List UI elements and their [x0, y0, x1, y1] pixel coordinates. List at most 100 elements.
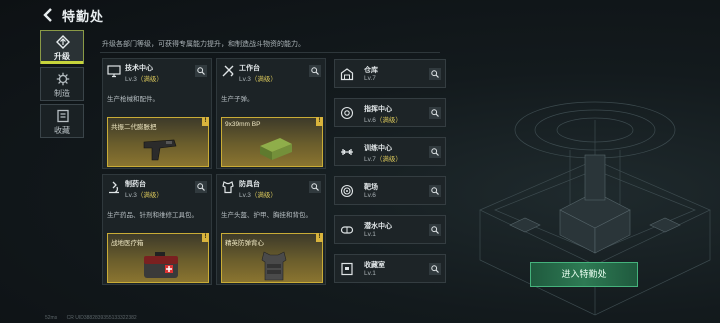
level-value: Lv.6 [364, 192, 376, 199]
tools-icon [222, 65, 234, 77]
armor-icon [222, 181, 234, 194]
card-header: 制药台 Lv.3（满级） [103, 175, 211, 199]
search-icon[interactable] [429, 224, 441, 236]
facility-level: Lv.1 [364, 270, 376, 277]
ammo-box-image [260, 138, 292, 160]
microscope-icon [109, 181, 119, 194]
level-value: Lv.7 [364, 156, 376, 163]
vest-image [261, 251, 287, 281]
arrow-up-icon [56, 35, 70, 49]
search-icon[interactable] [429, 146, 441, 158]
item-name: 9x39mm BP [225, 121, 261, 128]
level-value: Lv.3 [125, 76, 137, 83]
card-level: Lv.3（满级） [125, 189, 163, 199]
max-label: （满级） [375, 156, 402, 163]
facility-level: Lv.7 [364, 75, 376, 82]
facility-name: 潜水中心 [364, 223, 392, 230]
card-header: 防具台 Lv.3（满级） [217, 175, 325, 199]
facility-name: 收藏室 [364, 262, 385, 269]
upgrade-description: 升级各部门等级，可获得专属能力提升，和制造战斗物资的能力。 [102, 41, 305, 48]
card-description: 生产头盔、护甲、胸挂和背包。 [221, 212, 312, 219]
page-title: 特勤处 [62, 9, 105, 24]
facility-name: 仓库 [364, 67, 378, 74]
facility-diving-center[interactable]: 潜水中心 Lv.1 [334, 215, 446, 244]
facility-warehouse[interactable]: 仓库 Lv.7 [334, 59, 446, 88]
level-value: Lv.3 [239, 192, 251, 199]
divider [100, 52, 440, 53]
search-icon[interactable] [309, 65, 321, 77]
card-level: Lv.3（满级） [239, 189, 277, 199]
max-label: （满级） [136, 76, 163, 83]
facility-training-center[interactable]: 训练中心 Lv.7（满级） [334, 137, 446, 166]
card-header: 技术中心 Lv.3（满级） [103, 59, 211, 83]
card-tech-center[interactable]: 技术中心 Lv.3（满级） 生产枪械和配件。 共振二代膨胀把 ! [102, 58, 212, 169]
card-name: 工作台 [239, 65, 260, 72]
diving-icon [340, 226, 354, 234]
weapon-grip-image [143, 139, 177, 161]
alert-badge: ! [202, 233, 209, 242]
search-icon[interactable] [429, 68, 441, 80]
search-icon[interactable] [429, 185, 441, 197]
back-arrow-icon[interactable] [40, 6, 58, 24]
facility-level: Lv.6 [364, 192, 376, 199]
facility-collection-room[interactable]: 收藏室 Lv.1 [334, 254, 446, 283]
facility-level: Lv.7（满级） [364, 153, 402, 163]
card-armor-bench[interactable]: 防具台 Lv.3（满级） 生产头盔、护甲、胸挂和背包。 精英防弹背心 ! [216, 174, 326, 285]
alert-badge: ! [316, 233, 323, 242]
facility-level: Lv.6（满级） [364, 114, 402, 124]
card-name: 制药台 [125, 181, 146, 188]
craft-item-slot[interactable]: 9x39mm BP ! [221, 117, 323, 167]
header-bar: 特勤处 [0, 0, 720, 30]
tab-craft[interactable]: 制造 [40, 67, 84, 101]
dumbbell-icon [341, 149, 353, 155]
level-value: Lv.3 [125, 192, 137, 199]
level-value: Lv.6 [364, 117, 376, 124]
craft-item-slot[interactable]: 战地医疗箱 ! [107, 233, 209, 283]
craft-item-slot[interactable]: 共振二代膨胀把 ! [107, 117, 209, 167]
max-label: （满级） [250, 192, 277, 199]
facility-name: 训练中心 [364, 145, 392, 152]
command-icon [340, 106, 354, 120]
facility-level: Lv.1 [364, 231, 376, 238]
tab-upgrade[interactable]: 升级 [40, 30, 84, 64]
tab-collection-label: 收藏 [54, 126, 70, 135]
max-label: （满级） [250, 76, 277, 83]
monitor-icon [107, 65, 121, 78]
search-icon[interactable] [195, 181, 207, 193]
facility-command-center[interactable]: 指挥中心 Lv.6（满级） [334, 98, 446, 127]
warehouse-icon [340, 68, 354, 81]
trophy-icon [341, 262, 353, 276]
side-tabs: 升级 制造 收藏 [40, 30, 84, 141]
latency-text: 52ms [45, 315, 58, 321]
tab-collection[interactable]: 收藏 [40, 104, 84, 138]
card-level: Lv.3（满级） [125, 73, 163, 83]
card-name: 防具台 [239, 181, 260, 188]
search-icon[interactable] [309, 181, 321, 193]
max-label: （满级） [375, 117, 402, 124]
search-icon[interactable] [429, 263, 441, 275]
craft-item-slot[interactable]: 精英防弹背心 ! [221, 233, 323, 283]
uid-text: CR UID3882839355133322382 [66, 315, 137, 321]
facility-shooting-range[interactable]: 靶场 Lv.6 [334, 176, 446, 205]
search-icon[interactable] [429, 107, 441, 119]
card-description: 生产药品、针剂和维修工具包。 [107, 212, 198, 219]
card-description: 生产枪械和配件。 [107, 96, 159, 103]
card-workbench[interactable]: 工作台 Lv.3（满级） 生产子弹。 9x39mm BP ! [216, 58, 326, 169]
alert-badge: ! [202, 117, 209, 126]
target-icon [340, 184, 354, 198]
level-value: Lv.1 [364, 270, 376, 277]
max-label: （满级） [136, 192, 163, 199]
card-pharmacy[interactable]: 制药台 Lv.3（满级） 生产药品、针剂和维修工具包。 战地医疗箱 ! [102, 174, 212, 285]
level-value: Lv.1 [364, 231, 376, 238]
collection-icon [57, 109, 69, 123]
gear-icon [56, 72, 70, 86]
enter-special-ops-button[interactable]: 进入特勤处 [530, 262, 638, 287]
special-ops-screen: 特勤处 升级 制造 收藏 升级各部门等级，可获得专属能力提升，和制造战斗物资的能 [0, 0, 720, 323]
medkit-image [144, 252, 178, 278]
facility-name: 靶场 [364, 184, 378, 191]
level-value: Lv.3 [239, 76, 251, 83]
footer-info: 52ms CR UID3882839355133322382 [45, 315, 145, 321]
card-header: 工作台 Lv.3（满级） [217, 59, 325, 83]
search-icon[interactable] [195, 65, 207, 77]
tab-upgrade-label: 升级 [54, 52, 70, 61]
